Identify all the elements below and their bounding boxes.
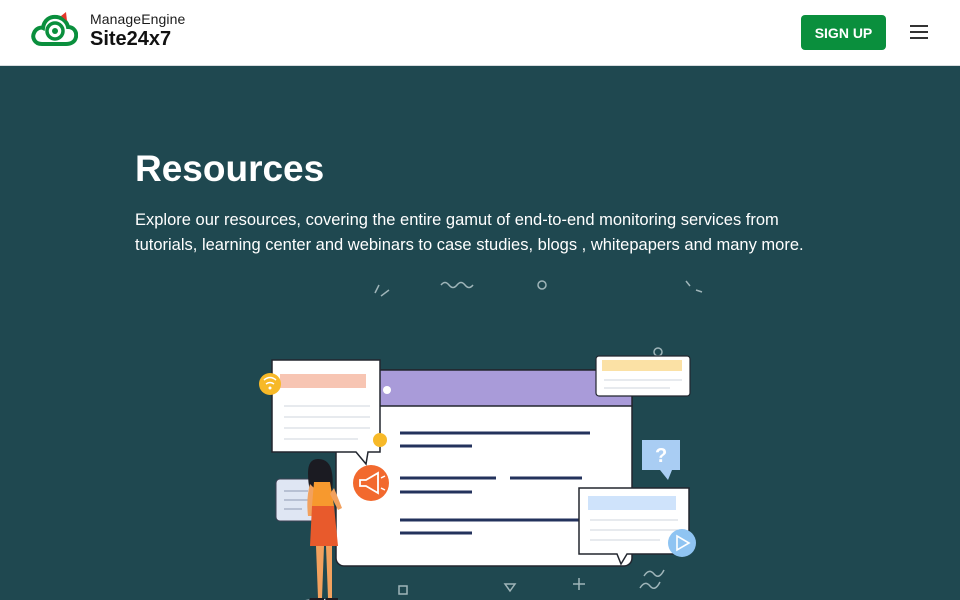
site24x7-logo-icon	[31, 12, 78, 46]
megaphone-icon	[353, 465, 389, 501]
sign-up-button[interactable]: SIGN UP	[801, 15, 886, 50]
site24x7-logo[interactable]: ManageEngine Site24x7	[30, 10, 185, 52]
page-description: Explore our resources, covering the enti…	[135, 211, 804, 254]
product-name: Site24x7	[90, 28, 172, 50]
chat-bubble-left	[271, 359, 387, 466]
wifi-icon	[259, 373, 281, 395]
page-title: Resources	[135, 148, 325, 189]
hero-section: Resources Explore our resources, coverin…	[0, 66, 960, 600]
play-icon	[668, 529, 696, 557]
brand-name: ManageEngine	[90, 11, 186, 27]
site-header: ManageEngine Site24x7 SIGN UP	[0, 0, 960, 66]
hamburger-menu-icon[interactable]	[906, 20, 932, 44]
question-mark: ?	[655, 445, 667, 467]
note-card-top-right	[595, 355, 691, 397]
resources-illustration: ?	[259, 280, 703, 600]
question-icon: ?	[642, 440, 680, 480]
